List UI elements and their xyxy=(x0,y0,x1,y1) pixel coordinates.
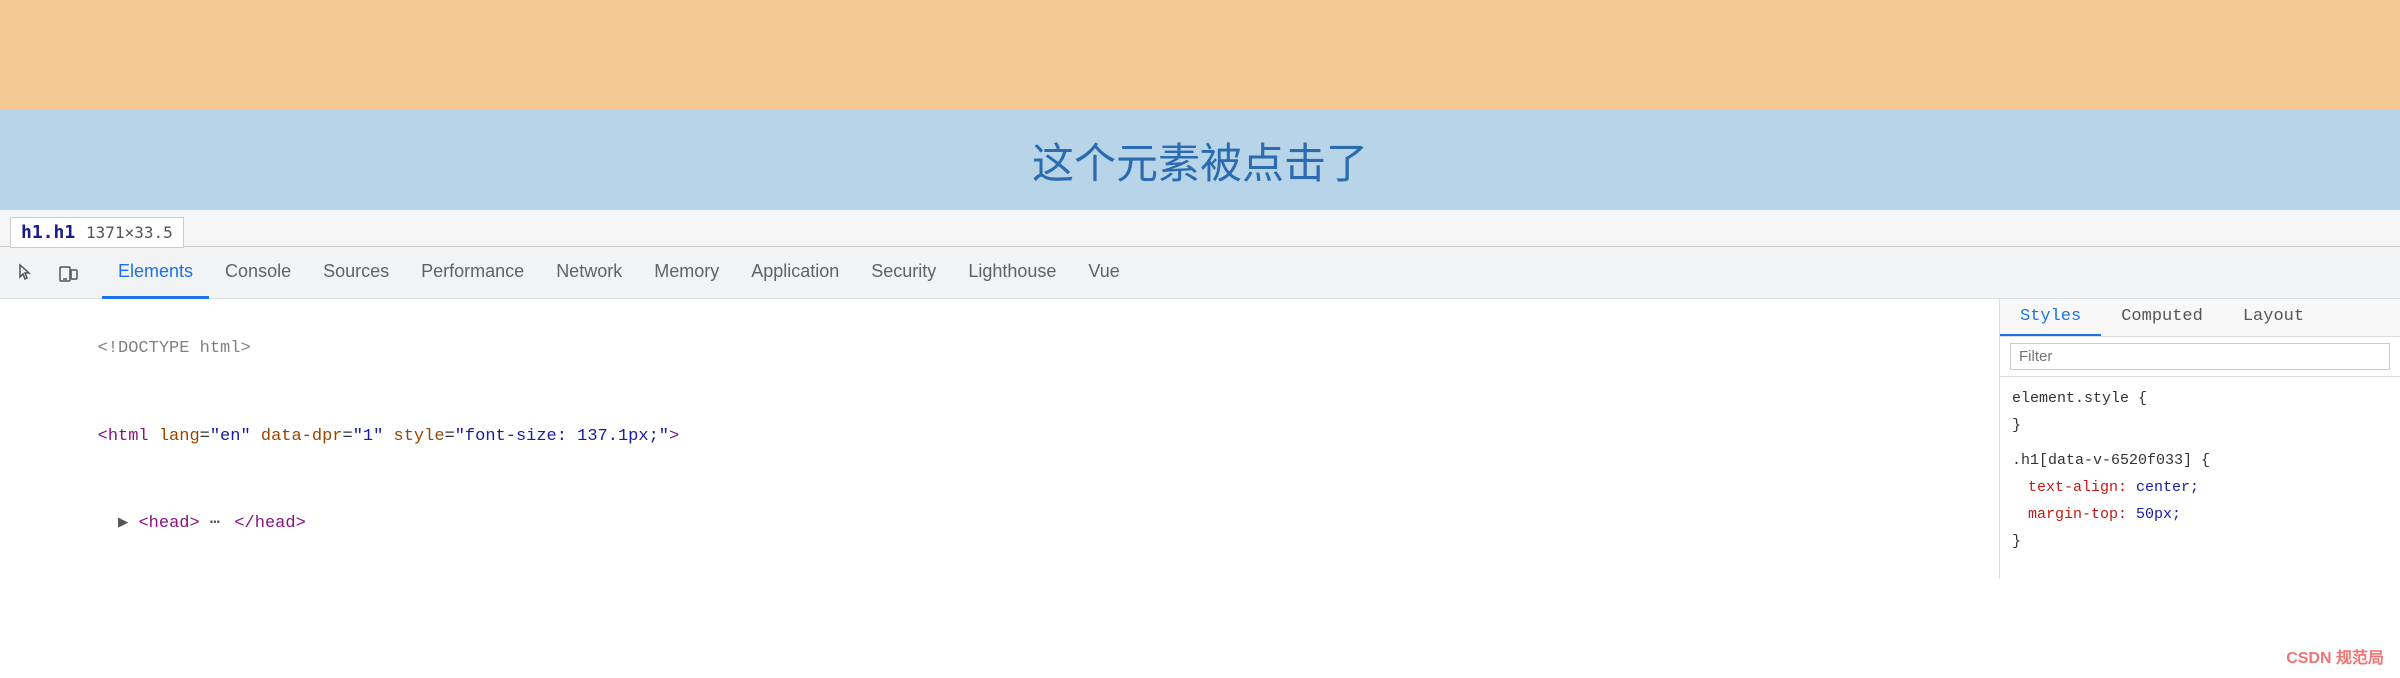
watermark: CSDN 规范局 xyxy=(2286,644,2384,668)
styles-tab-bar: Styles Computed Layout xyxy=(2000,299,2400,337)
tab-performance[interactable]: Performance xyxy=(405,247,540,299)
styles-content: element.style { } .h1[data-v-6520f033] {… xyxy=(2000,377,2400,571)
devtools-icons xyxy=(8,255,86,291)
tab-application[interactable]: Application xyxy=(735,247,855,299)
style-rule-h1: .h1[data-v-6520f033] { text-align: cente… xyxy=(2012,447,2388,555)
style-prop-text-align: text-align: center; xyxy=(2012,474,2388,501)
tab-console[interactable]: Console xyxy=(209,247,307,299)
devtools: Elements Console Sources Performance Net… xyxy=(0,246,2400,579)
tooltip-dims: 1371×33.5 xyxy=(86,223,173,242)
styles-panel: Styles Computed Layout element.style { } xyxy=(2000,299,2400,579)
tab-memory[interactable]: Memory xyxy=(638,247,735,299)
tab-lighthouse[interactable]: Lighthouse xyxy=(952,247,1072,299)
style-rule-element: element.style { } xyxy=(2012,385,2388,439)
tab-network[interactable]: Network xyxy=(540,247,638,299)
tab-elements[interactable]: Elements xyxy=(102,247,209,299)
inspect-mode-icon[interactable] xyxy=(8,255,44,291)
device-mode-icon[interactable] xyxy=(50,255,86,291)
styles-tab-styles[interactable]: Styles xyxy=(2000,299,2101,336)
styles-tab-computed[interactable]: Computed xyxy=(2101,299,2223,336)
style-selector-h1: .h1[data-v-6520f033] { xyxy=(2012,447,2388,474)
tab-vue[interactable]: Vue xyxy=(1072,247,1135,299)
styles-filter-row xyxy=(2000,337,2400,377)
tooltip-selector: h1.h1 xyxy=(21,222,75,243)
page-heading: 这个元素被点击了 xyxy=(1032,130,1368,191)
dom-line-4: ▼ <body style="font-size: 12px;"> xyxy=(0,568,1999,579)
styles-tab-layout[interactable]: Layout xyxy=(2223,299,2324,336)
dom-line-1: <!DOCTYPE html> xyxy=(0,305,1999,393)
tooltip-row: h1.h1 1371×33.5 xyxy=(0,210,2400,246)
devtools-tab-bar: Elements Console Sources Performance Net… xyxy=(0,247,2400,299)
style-prop-margin-top: margin-top: 50px; xyxy=(2012,501,2388,528)
styles-filter-input[interactable] xyxy=(2010,343,2390,370)
devtools-content: <!DOCTYPE html> <html lang="en" data-dpr… xyxy=(0,299,2400,579)
style-close-h1: } xyxy=(2012,528,2388,555)
tab-security[interactable]: Security xyxy=(855,247,952,299)
style-close-element: } xyxy=(2012,412,2388,439)
dom-panel[interactable]: <!DOCTYPE html> <html lang="en" data-dpr… xyxy=(0,299,2000,579)
dom-line-3: ▶ <head> ⋯ </head> xyxy=(0,480,1999,568)
style-selector-element: element.style { xyxy=(2012,385,2388,412)
tab-sources[interactable]: Sources xyxy=(307,247,405,299)
element-tooltip: h1.h1 1371×33.5 xyxy=(10,217,184,248)
browser-top xyxy=(0,0,2400,110)
dom-line-2: <html lang="en" data-dpr="1" style="font… xyxy=(0,393,1999,481)
page-content: 这个元素被点击了 xyxy=(0,110,2400,210)
